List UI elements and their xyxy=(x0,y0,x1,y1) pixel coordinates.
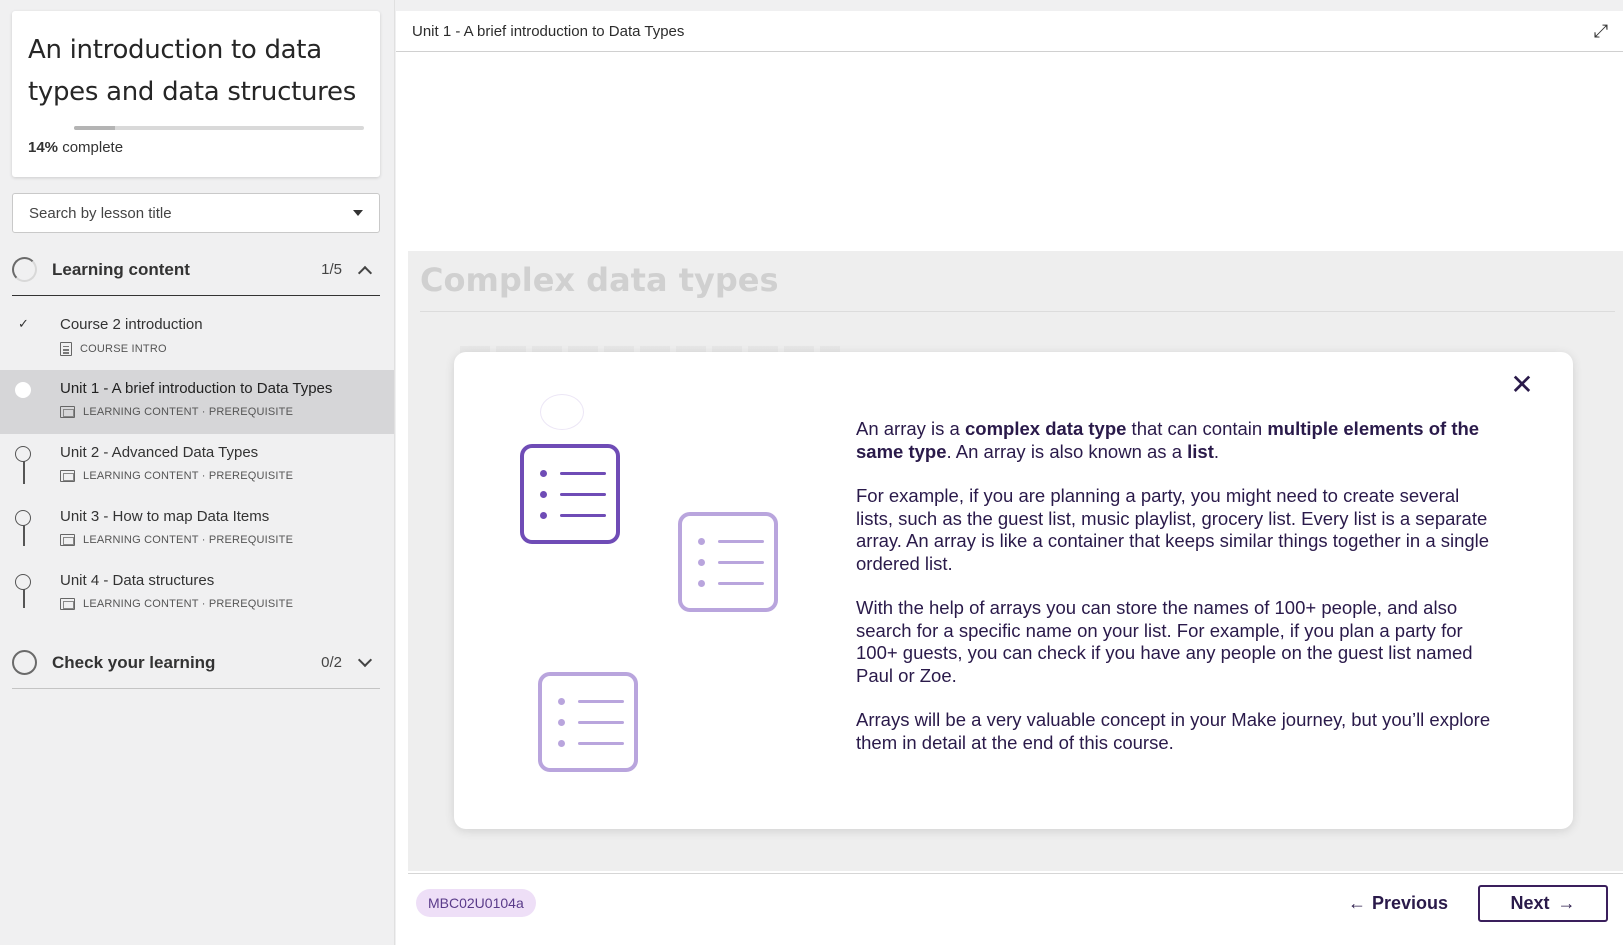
sidebar-divider xyxy=(394,0,395,945)
section-check-your-learning[interactable]: Check your learning 0/2 xyxy=(12,637,380,689)
list-illustration-icon xyxy=(520,444,620,544)
lesson-dot-icon xyxy=(15,446,31,462)
lesson-dot-icon xyxy=(15,574,31,590)
previous-label: Previous xyxy=(1372,893,1449,913)
modal-paragraph: For example, if you are planning a party… xyxy=(856,485,1490,574)
lesson-meta-text: LEARNING CONTENT · PREREQUISITE xyxy=(83,598,294,610)
slides-icon xyxy=(60,598,75,610)
section-label: Learning content xyxy=(52,259,190,279)
divider xyxy=(408,873,1623,874)
section-learning-content[interactable]: Learning content 1/5 xyxy=(12,244,380,296)
modal-paragraph: Arrays will be a very valuable concept i… xyxy=(856,709,1491,753)
course-title: An introduction to data types and data s… xyxy=(28,35,356,107)
progress-ring-icon xyxy=(12,650,37,675)
lesson-meta: LEARNING CONTENT · PREREQUISITE xyxy=(60,406,293,418)
chevron-up-icon[interactable] xyxy=(357,265,373,280)
modal-text: An array is a complex data type that can… xyxy=(856,418,1496,776)
list-illustration-icon xyxy=(678,512,778,612)
lesson-item-unit-1[interactable]: Unit 1 - A brief introduction to Data Ty… xyxy=(0,370,395,434)
content-heading: Complex data types xyxy=(420,261,779,299)
lesson-meta: LEARNING CONTENT · PREREQUISITE xyxy=(60,534,293,546)
expand-fullscreen-icon[interactable]: ⤢ xyxy=(1591,21,1611,41)
lesson-meta: COURSE INTRO xyxy=(60,342,167,356)
document-icon xyxy=(60,342,72,356)
lesson-item-unit-3[interactable]: Unit 3 - How to map Data Items LEARNING … xyxy=(0,498,395,562)
lesson-item-unit-4[interactable]: Unit 4 - Data structures LEARNING CONTEN… xyxy=(0,562,395,626)
lesson-title: Unit 2 - Advanced Data Types xyxy=(60,444,259,461)
info-modal: ✕ An array is a complex data type that c… xyxy=(454,352,1573,829)
lesson-topbar-title: Unit 1 - A brief introduction to Data Ty… xyxy=(412,22,685,40)
lesson-topbar: Unit 1 - A brief introduction to Data Ty… xyxy=(396,11,1623,52)
list-illustration-icon xyxy=(538,672,638,772)
lesson-item-unit-2[interactable]: Unit 2 - Advanced Data Types LEARNING CO… xyxy=(0,434,395,498)
lesson-title: Unit 1 - A brief introduction to Data Ty… xyxy=(60,380,333,397)
close-icon[interactable]: ✕ xyxy=(1507,370,1537,400)
next-label: Next xyxy=(1510,893,1550,913)
next-button[interactable]: Next → xyxy=(1478,885,1608,922)
lesson-meta-text: COURSE INTRO xyxy=(80,343,167,355)
lesson-title: Unit 4 - Data structures xyxy=(60,572,215,589)
caret-down-icon xyxy=(353,210,363,216)
divider xyxy=(420,311,1615,312)
section-label: Check your learning xyxy=(52,652,216,672)
section-count: 0/2 xyxy=(321,654,342,671)
course-progress-fill xyxy=(74,126,115,130)
lesson-code-badge: MBC02U0104a xyxy=(416,889,536,917)
course-progress-text: 14% complete xyxy=(28,139,123,156)
current-lesson-dot-icon xyxy=(15,382,31,398)
previous-button[interactable]: ← Previous xyxy=(1336,885,1460,922)
lesson-meta: LEARNING CONTENT · PREREQUISITE xyxy=(60,470,293,482)
course-progress-suffix: complete xyxy=(62,139,124,156)
chevron-down-icon[interactable] xyxy=(357,652,373,667)
section-count: 1/5 xyxy=(321,261,342,278)
lesson-meta-text: LEARNING CONTENT · PREREQUISITE xyxy=(83,406,294,418)
slides-icon xyxy=(60,534,75,546)
course-card: An introduction to data types and data s… xyxy=(12,11,380,177)
lesson-search-placeholder: Search by lesson title xyxy=(29,204,172,222)
lesson-meta: LEARNING CONTENT · PREREQUISITE xyxy=(60,598,293,610)
arrow-left-icon: ← xyxy=(1348,893,1366,913)
lesson-search-dropdown[interactable]: Search by lesson title xyxy=(12,193,380,233)
course-progress-value: 14% xyxy=(28,139,59,156)
lesson-dot-icon xyxy=(15,510,31,526)
lesson-meta-text: LEARNING CONTENT · PREREQUISITE xyxy=(83,470,294,482)
face-sketch-icon xyxy=(540,394,584,430)
progress-ring-icon xyxy=(12,257,37,282)
slides-icon xyxy=(60,406,75,418)
modal-paragraph: With the help of arrays you can store th… xyxy=(856,597,1473,686)
lesson-item-course-intro[interactable]: ✓ Course 2 introduction COURSE INTRO xyxy=(0,306,395,370)
lesson-meta-text: LEARNING CONTENT · PREREQUISITE xyxy=(83,534,294,546)
course-progress-bar xyxy=(74,126,364,130)
lesson-title: Course 2 introduction xyxy=(60,316,203,333)
modal-paragraph: An array is a complex data type that can… xyxy=(856,418,1480,462)
arrow-right-icon: → xyxy=(1557,893,1576,913)
slides-icon xyxy=(60,470,75,482)
lesson-title: Unit 3 - How to map Data Items xyxy=(60,508,270,525)
checkmark-icon: ✓ xyxy=(18,316,29,331)
